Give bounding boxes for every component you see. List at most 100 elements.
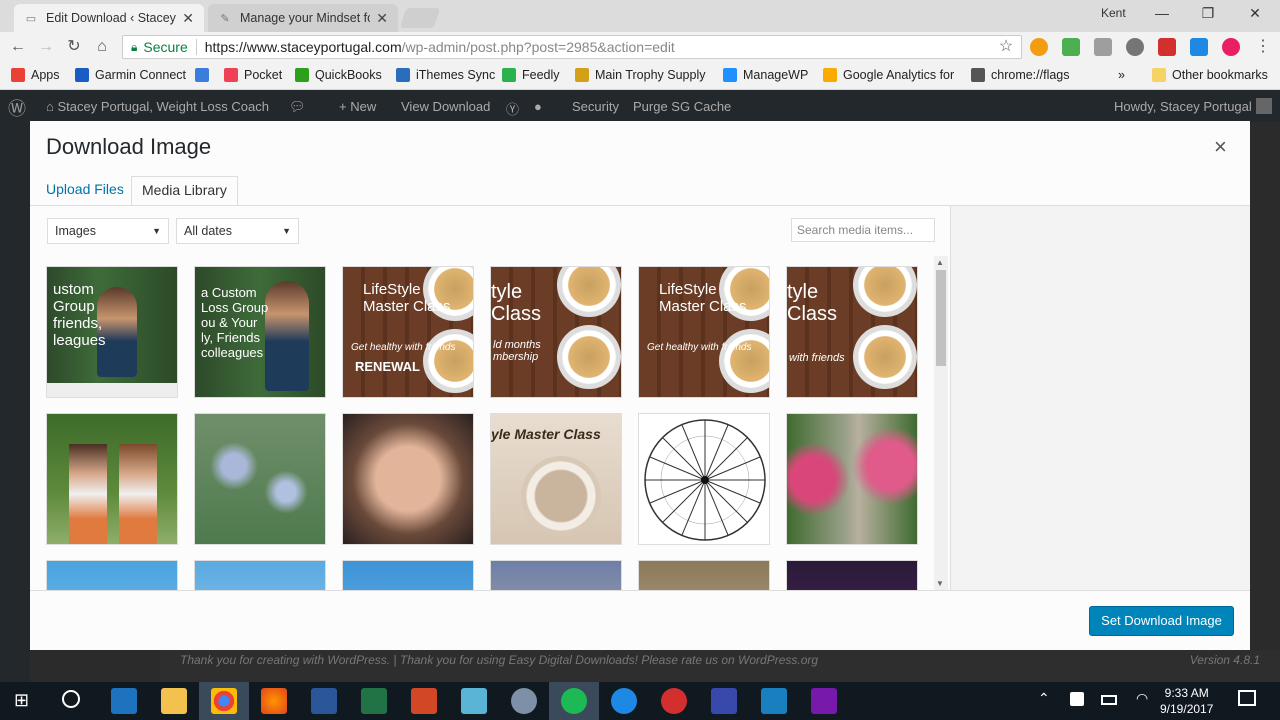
status-dot-icon[interactable]: ● <box>534 99 542 114</box>
chrome-icon[interactable] <box>211 688 237 714</box>
extension-blue-icon[interactable] <box>1190 38 1208 56</box>
star-icon[interactable]: ☆ <box>995 36 1017 58</box>
chevron-up-icon[interactable]: ⌃ <box>1038 690 1050 707</box>
taskbar-clock[interactable]: 9:33 AM 9/19/2017 <box>1160 685 1213 717</box>
back-icon[interactable]: ← <box>7 36 29 58</box>
media-date-value: All dates <box>184 224 232 238</box>
bookmark-item[interactable]: Main Trophy Supply <box>575 68 705 82</box>
scroll-up-icon[interactable]: ▲ <box>936 258 944 267</box>
media-thumbnail[interactable] <box>786 413 918 545</box>
close-tab-icon[interactable]: ✕ <box>376 10 388 27</box>
browser-tab-manage-mindset[interactable]: ✎ Manage your Mindset fo ✕ <box>208 4 398 32</box>
media-thumbnail[interactable] <box>638 560 770 590</box>
media-thumbnail[interactable] <box>194 560 326 590</box>
other-bookmarks[interactable]: Other bookmarks <box>1152 68 1268 82</box>
notepad-icon[interactable] <box>461 688 487 714</box>
new-tab-button[interactable] <box>399 8 441 28</box>
media-search-input[interactable]: Search media items... <box>791 218 935 242</box>
media-thumbnail[interactable]: tyle Class ld months mbership <box>490 266 622 398</box>
admin-howdy[interactable]: Howdy, Stacey Portugal <box>1114 99 1252 114</box>
restore-icon[interactable]: ❐ <box>1193 5 1223 22</box>
media-thumbnail[interactable] <box>490 560 622 590</box>
media-thumbnail[interactable] <box>342 560 474 590</box>
forward-icon[interactable]: → <box>35 36 57 58</box>
media-thumbnail[interactable]: tyle Class with friends <box>786 266 918 398</box>
close-tab-icon[interactable]: ✕ <box>182 10 194 27</box>
extension-pink-icon[interactable] <box>1222 38 1240 56</box>
menu-kebab-icon[interactable]: ⋮ <box>1252 36 1274 58</box>
set-download-image-button[interactable]: Set Download Image <box>1089 606 1234 636</box>
file-explorer-icon[interactable] <box>161 688 187 714</box>
media-type-filter[interactable]: Images ▼ <box>47 218 169 244</box>
media-thumbnail[interactable]: a Custom Loss Group ou & Your ly, Friend… <box>194 266 326 398</box>
media-thumbnail[interactable] <box>342 413 474 545</box>
network-icon[interactable] <box>711 688 737 714</box>
windows-start-icon[interactable]: ⊞ <box>14 690 29 711</box>
spotify-icon[interactable] <box>561 688 587 714</box>
tab-upload-files[interactable]: Upload Files <box>36 176 134 206</box>
cortana-icon[interactable] <box>62 690 80 708</box>
comments-icon[interactable]: 💬︎ <box>289 99 306 115</box>
admin-view-download[interactable]: View Download <box>401 99 490 114</box>
admin-new[interactable]: + New <box>339 99 376 114</box>
notifications-icon[interactable] <box>1238 690 1256 706</box>
media-thumbnail[interactable]: ustom Group friends, leagues <box>46 266 178 398</box>
extension-gray-icon[interactable] <box>1126 38 1144 56</box>
bookmark-item[interactable]: iThemes Sync <box>396 68 495 82</box>
firefox-icon[interactable] <box>261 688 287 714</box>
bookmark-item[interactable]: Feedly <box>502 68 560 82</box>
amazon-music-icon[interactable] <box>761 688 787 714</box>
extension-green-icon[interactable] <box>1062 38 1080 56</box>
minimize-icon[interactable]: — <box>1147 5 1177 21</box>
media-thumbnail[interactable] <box>194 413 326 545</box>
bookmark-item[interactable]: Pocket <box>224 68 282 82</box>
battery-icon[interactable] <box>1101 695 1117 705</box>
media-thumbnail[interactable]: yle Master Class <box>490 413 622 545</box>
media-thumbnail[interactable] <box>46 413 178 545</box>
extension-red-icon[interactable] <box>1158 38 1176 56</box>
wifi-icon[interactable]: ◠ <box>1136 690 1148 707</box>
reload-icon[interactable]: ↻ <box>63 36 85 58</box>
word-icon[interactable] <box>311 688 337 714</box>
admin-security[interactable]: Security <box>572 99 619 114</box>
onenote-icon[interactable] <box>811 688 837 714</box>
media-thumbnail[interactable]: LifeStyle Master Class Get healthy with … <box>638 266 770 398</box>
bookmark-item[interactable] <box>195 68 215 82</box>
media-date-filter[interactable]: All dates ▼ <box>176 218 299 244</box>
bookmark-item[interactable]: ManageWP <box>723 68 808 82</box>
tab-media-library[interactable]: Media Library <box>131 176 238 206</box>
extension-orange-icon[interactable] <box>1030 38 1048 56</box>
profile-name[interactable]: Kent <box>1101 6 1126 20</box>
internet-explorer-icon[interactable] <box>611 688 637 714</box>
bookmark-item[interactable]: QuickBooks <box>295 68 382 82</box>
scroll-down-icon[interactable]: ▼ <box>936 579 944 588</box>
bookmark-item[interactable]: Google Analytics for <box>823 68 954 82</box>
powerpoint-icon[interactable] <box>411 688 437 714</box>
admin-purge-cache[interactable]: Purge SG Cache <box>633 99 731 114</box>
paint-icon[interactable] <box>511 688 537 714</box>
edge-icon[interactable] <box>111 688 137 714</box>
dropbox-icon[interactable] <box>1070 692 1084 706</box>
admin-site-name[interactable]: ⌂ Stacey Portugal, Weight Loss Coach <box>46 99 269 114</box>
media-grid-scrollbar[interactable]: ▲ ▼ <box>934 256 948 590</box>
acrobat-icon[interactable] <box>661 688 687 714</box>
bookmark-item[interactable]: Garmin Connect <box>75 68 186 82</box>
excel-icon[interactable] <box>361 688 387 714</box>
home-icon[interactable]: ⌂ <box>91 36 113 58</box>
bookmark-item[interactable]: chrome://flags <box>971 68 1070 82</box>
media-thumbnail[interactable]: LifeStyle Master Class Get healthy with … <box>342 266 474 398</box>
avatar[interactable] <box>1256 98 1272 114</box>
media-thumbnail[interactable] <box>638 413 770 545</box>
address-bar[interactable]: 🔒︎ Secure https://www.staceyportugal.com… <box>122 35 1022 59</box>
extension-puzzle-icon[interactable] <box>1094 38 1112 56</box>
modal-close-icon[interactable]: × <box>1214 134 1227 160</box>
media-thumbnail[interactable] <box>786 560 918 590</box>
wordpress-logo-icon[interactable]: Ⓦ <box>8 95 26 121</box>
bookmarks-overflow[interactable]: » <box>1118 68 1125 82</box>
window-close-icon[interactable]: ✕ <box>1240 5 1270 22</box>
media-thumbnail[interactable] <box>46 560 178 590</box>
bookmark-item[interactable]: Apps <box>11 68 60 82</box>
scrollbar-thumb[interactable] <box>936 270 946 366</box>
yoast-icon[interactable]: Ⓨ <box>506 99 519 118</box>
browser-tab-edit-download[interactable]: ▭ Edit Download ‹ Stacey P ✕ <box>14 4 204 32</box>
